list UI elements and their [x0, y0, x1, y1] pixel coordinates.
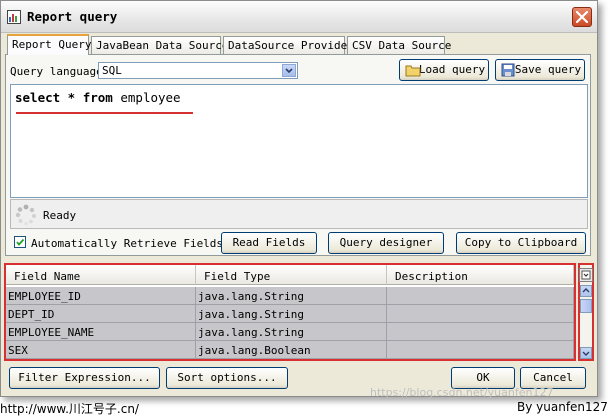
tab-csv-data-source[interactable]: CSV Data Source — [347, 36, 451, 54]
app-icon — [7, 10, 21, 24]
scroll-thumb[interactable] — [580, 299, 592, 313]
copy-to-clipboard-button[interactable]: Copy to Clipboard — [456, 232, 586, 254]
save-query-label: Save query — [514, 63, 582, 76]
save-icon — [501, 63, 515, 77]
sql-keywords: select * from — [15, 90, 113, 105]
column-menu-icon — [581, 270, 591, 280]
query-language-label: Query language — [10, 65, 103, 78]
chevron-down-icon — [285, 68, 293, 74]
field-name-cell: SEX — [6, 341, 196, 359]
close-button[interactable] — [572, 7, 592, 27]
table-row[interactable]: EMPLOYEE_NAME java.lang.String — [6, 323, 574, 341]
save-query-button[interactable]: Save query — [495, 59, 585, 81]
query-language-select[interactable]: SQL — [98, 62, 298, 79]
load-query-label: Load query — [418, 63, 486, 76]
tab-datasource-provider[interactable]: DataSource Provider — [223, 36, 354, 54]
load-query-button[interactable]: Load query — [399, 59, 489, 81]
auto-retrieve-checkbox[interactable] — [14, 236, 26, 248]
query-designer-button[interactable]: Query designer — [328, 232, 444, 254]
sql-query-editor[interactable]: select * from employee — [10, 84, 588, 198]
description-cell — [387, 305, 574, 323]
column-header-description[interactable]: Description — [387, 265, 574, 285]
status-text: Ready — [43, 209, 77, 222]
field-name-cell: EMPLOYEE_ID — [6, 287, 196, 305]
read-fields-button[interactable]: Read Fields — [221, 232, 317, 254]
description-cell — [387, 341, 574, 359]
title-bar[interactable]: Report query — [1, 1, 597, 33]
spinner-icon — [15, 204, 36, 226]
checkbox-icon — [16, 238, 25, 246]
fields-table: Field Name Field Type Description EMPLOY… — [4, 263, 576, 361]
sql-table-name: employee — [120, 90, 181, 105]
load-icon — [405, 65, 421, 77]
chevron-up-icon — [582, 288, 590, 293]
tab-report-query[interactable]: Report Query — [7, 34, 91, 55]
dropdown-arrow[interactable] — [282, 64, 296, 77]
field-name-cell: DEPT_ID — [6, 305, 196, 323]
window-title: Report query — [27, 9, 118, 24]
column-header-field-name[interactable]: Field Name — [6, 265, 196, 285]
filter-expression-button[interactable]: Filter Expression... — [9, 367, 160, 389]
description-cell — [387, 323, 574, 341]
chevron-down-icon — [582, 351, 590, 356]
sql-query-text: select * from employee — [15, 90, 181, 105]
field-type-cell: java.lang.String — [196, 287, 387, 305]
column-header-field-type[interactable]: Field Type — [196, 265, 387, 285]
footer-site-text: http://www.川江号子.cn/ — [0, 402, 139, 416]
tab-javabean-data-source[interactable]: JavaBean Data Source — [91, 36, 228, 54]
description-cell — [387, 287, 574, 305]
sort-options-button[interactable]: Sort options... — [166, 367, 288, 389]
field-type-cell: java.lang.Boolean — [196, 341, 387, 359]
query-language-value: SQL — [102, 64, 122, 77]
auto-retrieve-label: Automatically Retrieve Fields — [31, 237, 224, 250]
scroll-down-button[interactable] — [580, 347, 592, 359]
table-row[interactable]: EMPLOYEE_ID java.lang.String — [6, 287, 574, 305]
footer-author-text: By yuanfen127 — [517, 400, 608, 414]
close-icon — [576, 11, 588, 23]
table-row[interactable]: DEPT_ID java.lang.String — [6, 305, 574, 323]
query-highlight-underline — [16, 112, 193, 114]
status-area: Ready — [10, 199, 588, 229]
table-row[interactable]: SEX java.lang.Boolean — [6, 341, 574, 359]
column-menu-button[interactable] — [579, 268, 593, 282]
watermark-text: https://blog.csdn.net/yuanfen127 — [370, 386, 554, 399]
field-name-cell: EMPLOYEE_NAME — [6, 323, 196, 341]
field-type-cell: java.lang.String — [196, 305, 387, 323]
field-type-cell: java.lang.String — [196, 323, 387, 341]
scroll-up-button[interactable] — [580, 285, 592, 297]
